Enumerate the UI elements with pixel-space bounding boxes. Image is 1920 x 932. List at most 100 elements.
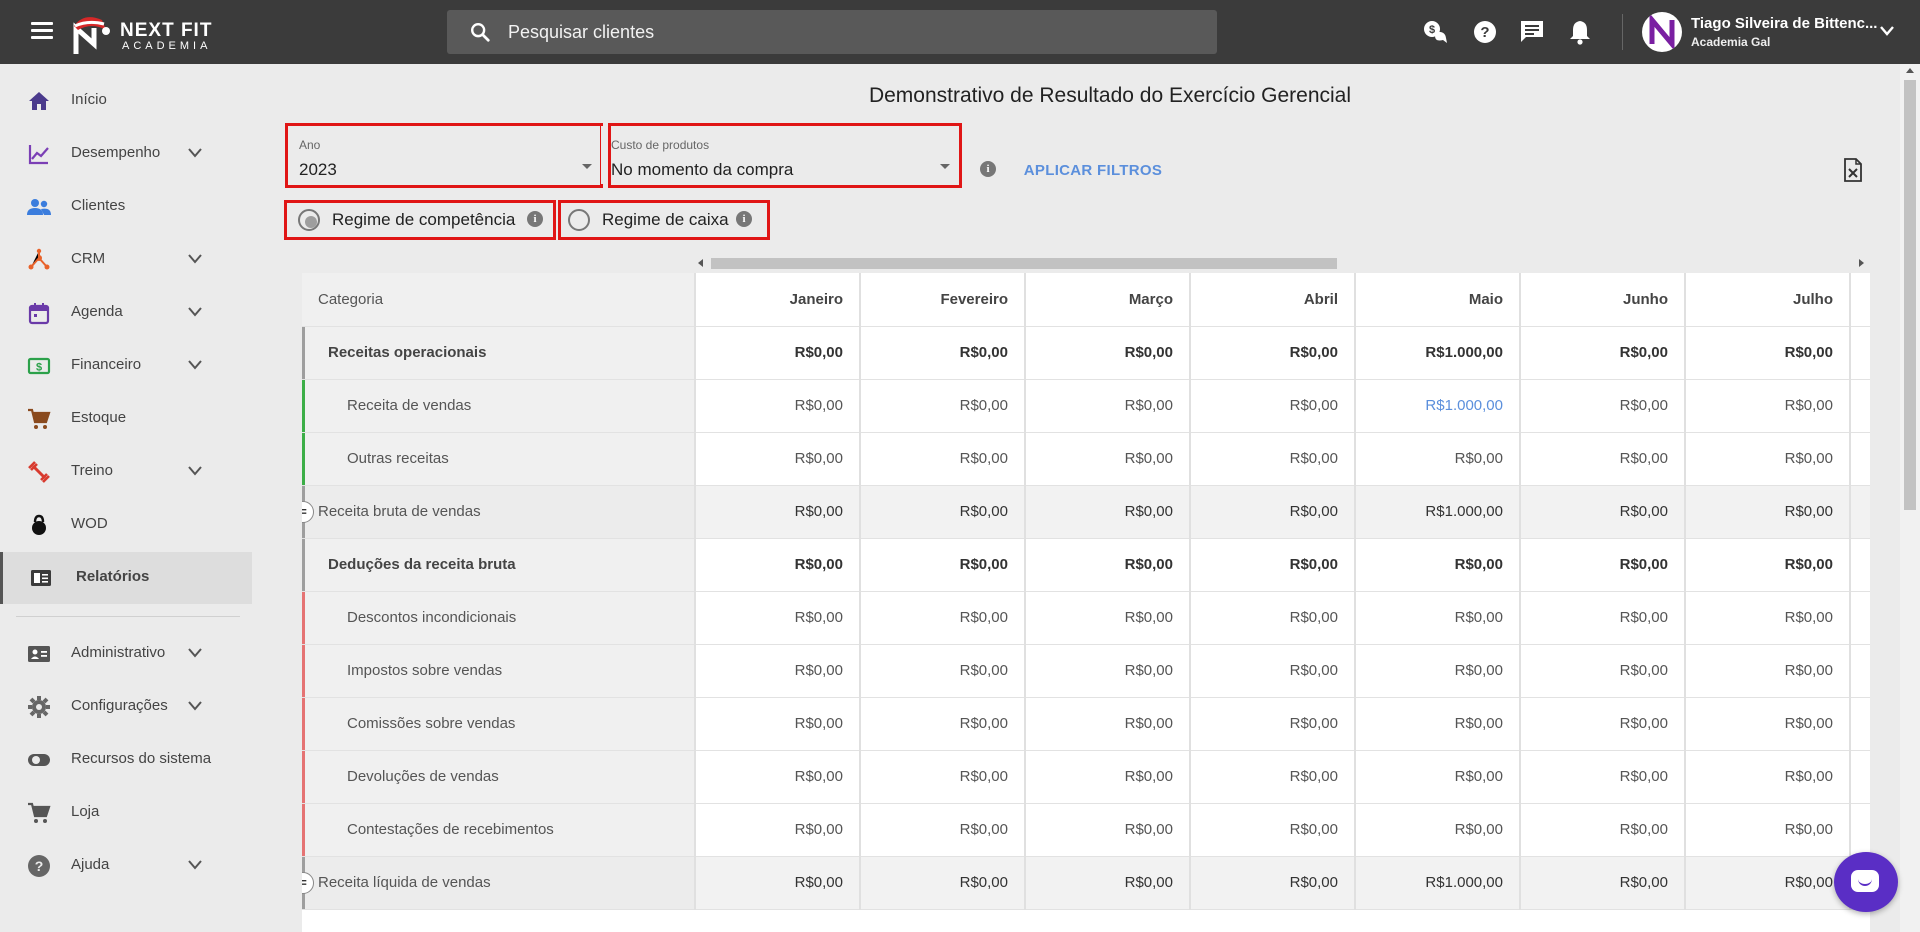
- user-name[interactable]: Tiago Silveira de Bittenc...: [1691, 15, 1877, 32]
- money-chat-icon[interactable]: $: [1421, 18, 1449, 46]
- value-cell: R$1.000,00: [1354, 856, 1520, 910]
- value-text: R$0,00: [1619, 609, 1668, 626]
- value-text: R$0,00: [1124, 556, 1173, 573]
- logo[interactable]: NEXT FIT ACADEMIA: [72, 8, 222, 56]
- column-header-month: Abril: [1189, 273, 1355, 327]
- sidebar-item-treino[interactable]: Treino: [0, 446, 252, 498]
- value-text: R$0,00: [1784, 768, 1833, 785]
- sidebar-item-label: Estoque: [71, 409, 127, 426]
- category-cell[interactable]: Outras receitas: [302, 432, 696, 486]
- category-cell[interactable]: Impostos sobre vendas: [302, 644, 696, 698]
- sidebar-item-configuracoes[interactable]: Configurações: [0, 681, 252, 733]
- info-icon[interactable]: i: [736, 211, 752, 227]
- menu-icon[interactable]: [24, 18, 60, 46]
- toggle-icon: [28, 754, 50, 766]
- value-text: R$0,00: [959, 450, 1008, 467]
- help-icon[interactable]: ?: [1471, 18, 1499, 46]
- table-horizontal-scrollbar[interactable]: [696, 256, 1866, 270]
- avatar[interactable]: [1642, 12, 1682, 52]
- value-text: R$0,00: [1454, 662, 1503, 679]
- sidebar-item-financeiro[interactable]: $ Financeiro: [0, 340, 252, 392]
- value-cell: R$0,00: [1024, 697, 1190, 751]
- sidebar-item-administrativo[interactable]: Administrativo: [0, 628, 252, 680]
- sidebar-item-clientes[interactable]: Clientes: [0, 181, 252, 233]
- sidebar-item-label: Configurações: [71, 697, 168, 714]
- value-link[interactable]: R$1.000,00: [1425, 397, 1503, 414]
- value-cell: R$0,00: [1189, 591, 1355, 645]
- sidebar-item-desempenho[interactable]: Desempenho: [0, 128, 252, 180]
- value-text: R$0,00: [1289, 768, 1338, 785]
- search-input[interactable]: [508, 10, 1198, 54]
- sidebar-item-crm[interactable]: CRM: [0, 234, 252, 286]
- radio-circle: [298, 209, 320, 231]
- sidebar-item-label: Relatórios: [76, 568, 150, 585]
- scroll-right-arrow-icon[interactable]: [1859, 259, 1864, 267]
- search-icon[interactable]: [469, 21, 491, 43]
- info-icon[interactable]: i: [980, 161, 996, 177]
- value-cell: R$0,00: [694, 644, 860, 698]
- chat-button[interactable]: [1834, 852, 1898, 912]
- equals-icon: =: [302, 871, 314, 894]
- export-excel-icon[interactable]: [1842, 158, 1864, 182]
- sidebar-item-recursos[interactable]: Recursos do sistema: [0, 734, 252, 786]
- category-cell[interactable]: Deduções da receita bruta: [302, 538, 696, 592]
- page-vertical-scrollbar[interactable]: [1900, 64, 1920, 932]
- svg-text:?: ?: [35, 858, 44, 874]
- edge-cell: [1849, 750, 1870, 804]
- chevron-down-icon: [188, 466, 202, 476]
- messages-icon[interactable]: [1518, 18, 1546, 46]
- scroll-up-arrow-icon[interactable]: [1906, 68, 1914, 73]
- scrollbar-thumb[interactable]: [1904, 80, 1916, 510]
- category-cell[interactable]: =Receita líquida de vendas: [302, 856, 696, 910]
- category-cell[interactable]: Receitas operacionais: [302, 326, 696, 380]
- value-cell: R$0,00: [1519, 856, 1685, 910]
- help-icon: ?: [28, 855, 50, 877]
- scroll-left-arrow-icon[interactable]: [698, 259, 703, 267]
- sidebar-item-agenda[interactable]: Agenda: [0, 287, 252, 339]
- sidebar-item-wod[interactable]: WOD: [0, 499, 252, 551]
- sidebar-item-ajuda[interactable]: ? Ajuda: [0, 840, 252, 892]
- category-accent-bar: [302, 432, 305, 484]
- category-cell[interactable]: Descontos incondicionais: [302, 591, 696, 645]
- value-cell: R$0,00: [694, 697, 860, 751]
- chevron-down-icon[interactable]: [1878, 24, 1896, 38]
- value-text: R$0,00: [1289, 556, 1338, 573]
- product-cost-select[interactable]: Custo de produtos No momento da compra: [601, 126, 959, 184]
- category-cell[interactable]: Contestações de recebimentos: [302, 803, 696, 857]
- id-card-icon: [28, 646, 50, 662]
- reports-icon: [31, 570, 51, 586]
- value-text: R$0,00: [794, 821, 843, 838]
- category-cell[interactable]: =Receita bruta de vendas: [302, 485, 696, 539]
- sidebar: Início Desempenho Clientes CRM Agenda $ …: [0, 64, 252, 932]
- sidebar-item-label: Desempenho: [71, 144, 161, 161]
- logo-mark-icon: [73, 17, 110, 54]
- info-icon[interactable]: i: [527, 211, 543, 227]
- value-text: R$0,00: [794, 874, 843, 891]
- sidebar-item-inicio[interactable]: Início: [0, 75, 252, 127]
- value-cell: R$0,00: [1189, 326, 1355, 380]
- category-cell[interactable]: Comissões sobre vendas: [302, 697, 696, 751]
- sidebar-item-loja[interactable]: Loja: [0, 787, 252, 839]
- chevron-down-icon: [188, 360, 202, 370]
- value-cell: R$0,00: [1024, 538, 1190, 592]
- value-cell: R$0,00: [1519, 485, 1685, 539]
- category-cell[interactable]: Devoluções de vendas: [302, 750, 696, 804]
- value-text: R$0,00: [1619, 397, 1668, 414]
- kettlebell-icon: [32, 514, 46, 535]
- value-cell: R$0,00: [1354, 750, 1520, 804]
- regime-caixa-radio[interactable]: Regime de caixa i: [568, 209, 758, 233]
- value-text: R$0,00: [1619, 344, 1668, 361]
- regime-competencia-radio[interactable]: Regime de competência i: [298, 209, 548, 233]
- value-text: R$0,00: [1619, 503, 1668, 520]
- value-text: R$0,00: [959, 397, 1008, 414]
- value-text: R$0,00: [1454, 821, 1503, 838]
- category-cell[interactable]: Receita de vendas: [302, 379, 696, 433]
- apply-filters-button[interactable]: APLICAR FILTROS: [1018, 158, 1168, 182]
- year-select[interactable]: Ano 2023: [289, 126, 601, 184]
- scrollbar-thumb[interactable]: [711, 258, 1337, 269]
- sidebar-item-estoque[interactable]: Estoque: [0, 393, 252, 445]
- sidebar-item-relatorios[interactable]: Relatórios: [0, 552, 252, 604]
- gear-icon: [28, 696, 50, 718]
- notifications-icon[interactable]: [1566, 18, 1594, 46]
- value-text: R$0,00: [1289, 874, 1338, 891]
